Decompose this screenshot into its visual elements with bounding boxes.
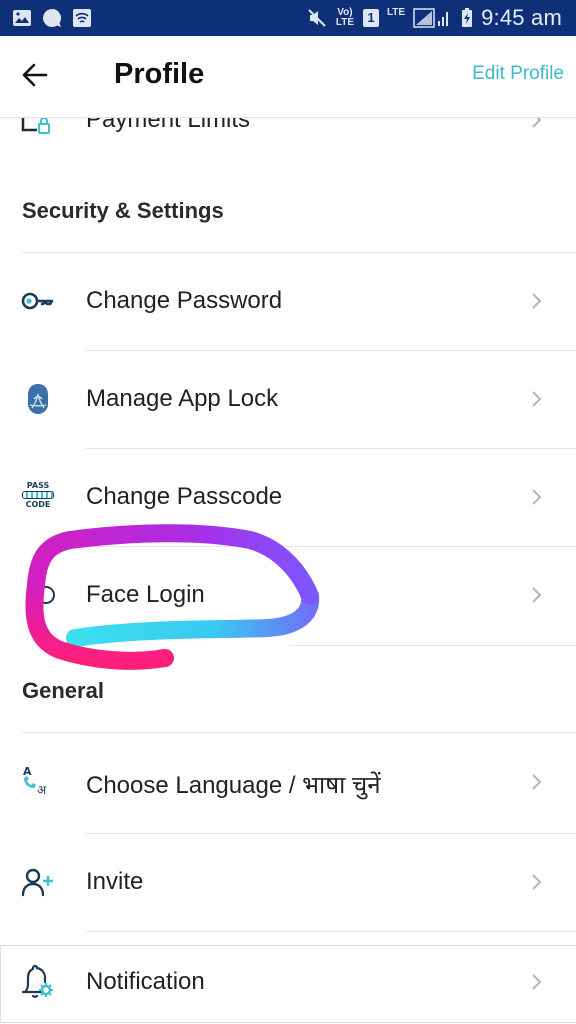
notification-settings-icon xyxy=(21,964,53,998)
section-title-general: General xyxy=(22,678,104,703)
add-user-icon xyxy=(21,868,53,897)
section-title-security: Security & Settings xyxy=(22,198,224,223)
chevron-right-icon xyxy=(532,587,542,603)
svg-text:अ: अ xyxy=(37,783,47,797)
key-icon xyxy=(21,292,54,310)
settings-list: Payment Limits Security & Settings Chang… xyxy=(0,0,576,1024)
list-item-notification[interactable]: Notification xyxy=(0,945,576,1023)
passcode-icon-bottom-text: CODE xyxy=(25,500,51,509)
svg-text:A: A xyxy=(23,765,32,778)
list-item-label: Face Login xyxy=(86,581,205,608)
list-item-invite[interactable]: Invite xyxy=(0,834,576,932)
list-item-label: Invite xyxy=(86,868,144,895)
list-item-label: Change Passcode xyxy=(86,483,283,510)
list-item-label: Change Password xyxy=(86,287,283,314)
list-item-manage-app-lock[interactable]: Manage App Lock xyxy=(0,351,576,449)
list-item-label: Manage App Lock xyxy=(86,385,279,412)
chevron-right-icon xyxy=(532,874,542,890)
list-item-choose-language[interactable]: Aअ Choose Language / भाषा चुनें xyxy=(0,734,576,834)
passcode-icon: PASS CODE xyxy=(20,481,56,517)
face-icon xyxy=(37,586,55,604)
fingerprint-icon xyxy=(28,384,48,414)
divider xyxy=(86,931,576,932)
language-icon: Aअ xyxy=(23,765,47,797)
chevron-right-icon xyxy=(532,974,542,990)
list-item-change-password[interactable]: Change Password xyxy=(0,253,576,351)
chevron-right-icon xyxy=(532,774,542,790)
app-bar: Profile Edit Profile xyxy=(0,36,576,118)
chevron-right-icon xyxy=(532,489,542,505)
back-arrow-icon[interactable] xyxy=(18,58,52,92)
edit-profile-button[interactable]: Edit Profile xyxy=(472,63,564,85)
page-title: Profile xyxy=(114,58,205,90)
list-item-face-login[interactable]: Face Login xyxy=(0,547,576,645)
divider xyxy=(290,645,576,646)
list-item-change-passcode[interactable]: PASS CODE Change Passcode xyxy=(0,449,576,547)
chevron-right-icon xyxy=(532,391,542,407)
divider xyxy=(22,732,576,733)
chevron-right-icon xyxy=(532,293,542,309)
list-item-label: Choose Language / भाषा चुनें xyxy=(86,772,381,799)
list-item-label: Notification xyxy=(86,968,205,995)
passcode-icon-top-text: PASS xyxy=(26,481,50,490)
